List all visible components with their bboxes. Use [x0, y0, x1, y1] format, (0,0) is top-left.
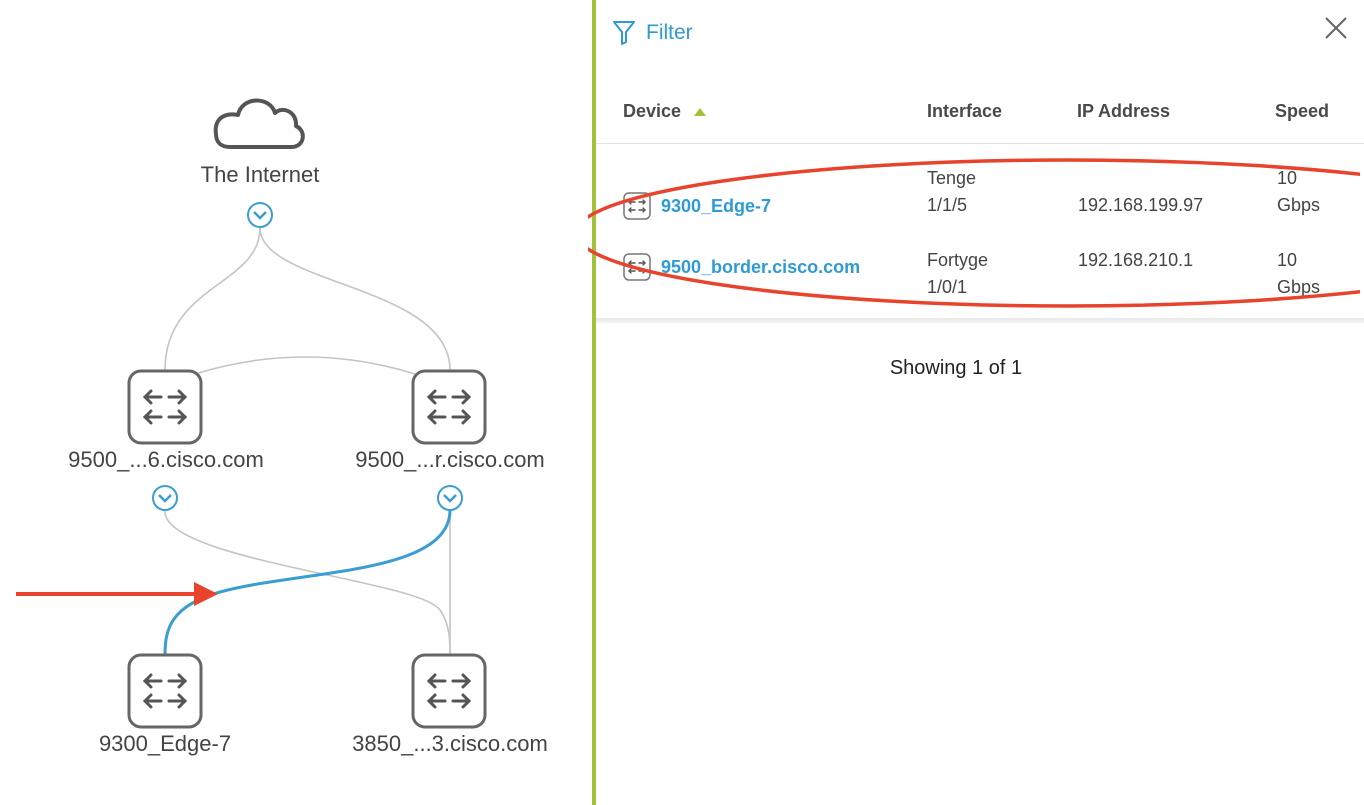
filter-label: Filter [646, 21, 693, 44]
switch-icon [411, 653, 487, 729]
ip-address-cell: 192.168.210.1 [1078, 250, 1194, 270]
switch-icon [411, 369, 487, 445]
link-internet-9500-r [259, 227, 451, 371]
pagination-status: Showing 1 of 1 [889, 357, 1023, 379]
speed-cell: 10 Gbps [1277, 168, 1321, 215]
device-link-9500-border[interactable]: 9500_border.cisco.com [623, 253, 860, 281]
annotation-arrow [16, 582, 218, 606]
expand-chevron-icon [247, 202, 273, 228]
cloud-icon [213, 98, 305, 149]
device-link-9300-edge-7[interactable]: 9300_Edge-7 [623, 192, 771, 220]
node-label-9500-r[interactable]: 9500_...r.cisco.com [355, 447, 545, 473]
filter-button[interactable]: Filter [612, 20, 693, 46]
switch-icon [623, 253, 651, 281]
link-9500-6-9500-r [194, 356, 416, 375]
expand-chevron-icon [437, 485, 463, 511]
close-icon[interactable] [1322, 14, 1350, 42]
switch-icon [127, 369, 203, 445]
switch-icon [623, 192, 651, 220]
sort-ascending-icon [694, 108, 707, 117]
node-label-3850[interactable]: 3850_...3.cisco.com [352, 731, 548, 757]
table-footer-divider [596, 318, 1364, 323]
ip-address-cell: 192.168.199.97 [1078, 195, 1204, 215]
interface-cell: Tenge 1/1/5 [927, 168, 977, 215]
column-header-ip-address[interactable]: IP Address [1077, 101, 1170, 122]
filter-icon [613, 21, 635, 45]
highlighted-path [163, 509, 452, 656]
header-divider [596, 143, 1364, 144]
speed-cell: 10 Gbps [1277, 250, 1321, 297]
node-label-9300-edge-7[interactable]: 9300_Edge-7 [99, 731, 231, 757]
switch-icon [127, 653, 203, 729]
interface-panel: Filter Device Interface IP Address Speed [588, 0, 1364, 805]
topology-canvas[interactable]: The Internet 9500_...6.cisco.com 9500_..… [0, 0, 592, 805]
topology-diagram [16, 98, 487, 729]
link-internet-9500-6 [164, 227, 261, 371]
node-label-9500-6[interactable]: 9500_...6.cisco.com [68, 447, 264, 473]
interface-cell: Fortyge 1/0/1 [927, 250, 989, 297]
column-header-device[interactable]: Device [623, 101, 707, 122]
column-header-speed[interactable]: Speed [1275, 101, 1329, 122]
column-header-interface[interactable]: Interface [927, 101, 1002, 122]
internet-label: The Internet [200, 162, 320, 187]
link-9500-6-3850 [164, 509, 451, 656]
expand-chevron-icon [152, 485, 178, 511]
